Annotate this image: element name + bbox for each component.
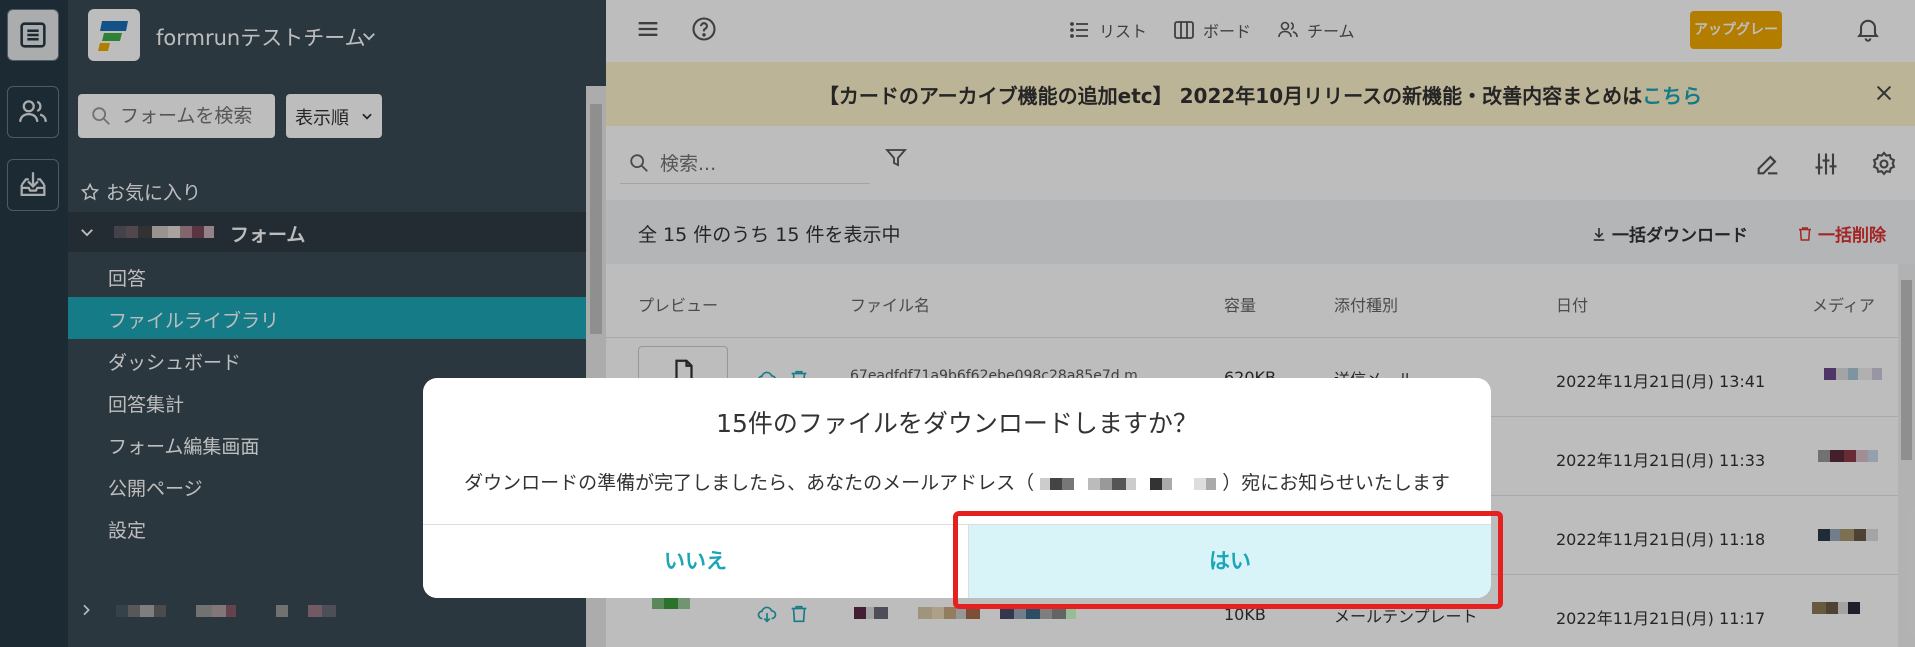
dialog-message-start: ダウンロードの準備が完了しましたら、あなたのメールアドレス（ bbox=[464, 472, 1035, 494]
cancel-button[interactable]: いいえ bbox=[423, 525, 968, 598]
annotation-highlight bbox=[953, 511, 1503, 609]
dialog-title: 15件のファイルをダウンロードしますか？ bbox=[716, 409, 1198, 438]
dialog-message-end: ）宛にお知らせいたします bbox=[1222, 472, 1450, 494]
dialog-message: ダウンロードの準備が完了しましたら、あなたのメールアドレス（ ）宛にお知らせいた… bbox=[423, 468, 1491, 495]
redacted-email bbox=[1040, 477, 1217, 490]
